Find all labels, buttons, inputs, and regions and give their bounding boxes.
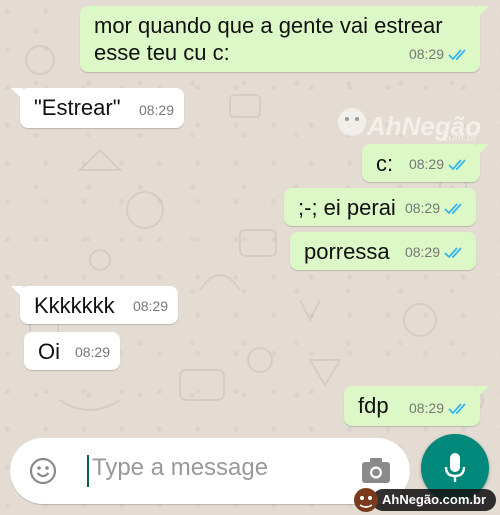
message-meta: 08:29 <box>139 97 174 124</box>
message-bubble-incoming[interactable]: "Estrear" 08:29 <box>11 88 184 128</box>
message-bubble-outgoing[interactable]: porressa 08:29 <box>290 232 476 270</box>
message-meta: 08:29 <box>409 41 470 68</box>
watermark-badge-text: AhNegão.com.br <box>372 489 496 511</box>
camera-icon[interactable] <box>360 456 392 486</box>
message-text: c: <box>376 151 394 176</box>
message-time: 08:29 <box>74 344 110 360</box>
message-time: 08:29 <box>408 46 444 62</box>
message-meta: 08:29 <box>409 151 470 178</box>
double-check-icon <box>448 402 466 414</box>
emoji-icon[interactable] <box>28 456 58 486</box>
message-meta: 08:29 <box>409 395 470 422</box>
message-composer[interactable]: Type a message <box>10 438 410 504</box>
message-text: mor quando que a gente vai estrear <box>94 13 443 38</box>
mascot-icon <box>338 108 366 136</box>
message-time: 08:29 <box>408 156 444 172</box>
message-bubble-incoming[interactable]: Kkkkkkk 08:29 <box>11 286 178 324</box>
message-meta: 08:29 <box>405 195 466 222</box>
message-meta: 08:29 <box>133 293 168 320</box>
mascot-icon <box>354 488 378 512</box>
watermark-badge: AhNegão.com.br <box>352 486 498 513</box>
double-check-icon <box>448 48 466 60</box>
message-bubble-outgoing[interactable]: mor quando que a gente vai estrear esse … <box>80 6 489 72</box>
double-check-icon <box>444 246 462 258</box>
message-meta: 08:29 <box>405 239 466 266</box>
message-text: fdp <box>358 393 389 418</box>
message-bubble-outgoing[interactable]: c: 08:29 <box>362 144 489 182</box>
message-time: 08:29 <box>408 400 444 416</box>
message-time: 08:29 <box>404 244 440 260</box>
text-cursor <box>87 455 89 487</box>
double-check-icon <box>448 158 466 170</box>
message-input[interactable]: Type a message <box>92 454 268 482</box>
message-time: 08:29 <box>132 298 168 314</box>
message-bubble-incoming[interactable]: Oi 08:29 <box>24 332 120 370</box>
message-text: Kkkkkkk <box>34 293 115 318</box>
double-check-icon <box>444 202 462 214</box>
message-text: Oi <box>38 339 60 364</box>
message-text: porressa <box>304 239 390 264</box>
message-text: "Estrear" <box>34 95 121 120</box>
message-meta: 08:29 <box>75 339 110 366</box>
microphone-icon <box>444 453 466 482</box>
watermark-domain: .com.br <box>440 132 477 144</box>
message-time: 08:29 <box>404 200 440 216</box>
message-time: 08:29 <box>138 102 174 118</box>
message-bubble-outgoing[interactable]: fdp 08:29 <box>344 386 489 426</box>
message-bubble-outgoing[interactable]: ;-; ei perai 08:29 <box>284 188 476 226</box>
message-text: ;-; ei perai <box>298 195 396 220</box>
